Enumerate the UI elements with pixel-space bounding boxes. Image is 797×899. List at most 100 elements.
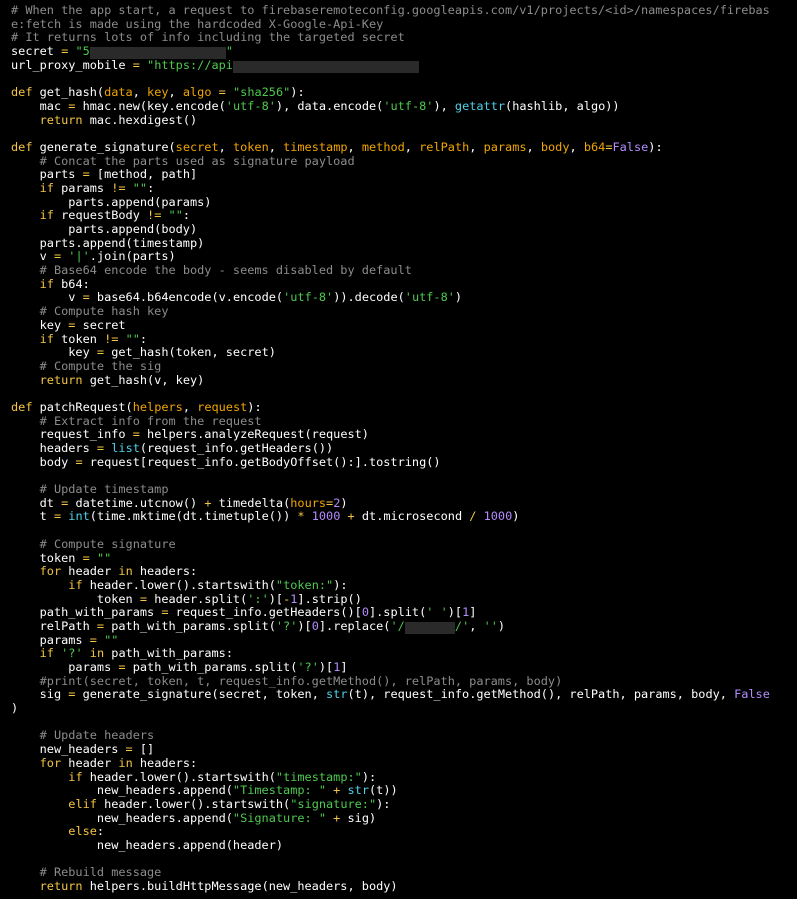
code-line: path_with_params = request_info.getHeade… — [11, 605, 797, 620]
code-token-default — [11, 797, 68, 811]
code-token-default: header.lower().startswith( — [82, 577, 276, 592]
code-token-default — [11, 154, 40, 168]
code-token-default: v — [11, 290, 83, 305]
code-token-number: 1000 — [311, 509, 341, 524]
code-token-keyword: = — [82, 167, 90, 182]
code-token-keyword: in — [89, 646, 105, 661]
code-token-keyword: if — [39, 276, 54, 291]
code-line: #print(secret, token, t, request_info.ge… — [11, 674, 797, 689]
code-token-default: helpers.buildHttpMessage(new_headers, bo… — [82, 879, 398, 893]
code-token-default: generate_signature( — [32, 139, 176, 154]
code-token-builtin: str — [347, 783, 369, 798]
code-token-default — [212, 85, 219, 99]
code-token-default: body — [11, 454, 76, 469]
code-token-default: parts.append(params) — [11, 194, 212, 209]
code-token-default: .join(parts) — [89, 249, 176, 264]
code-token-string: ' ' — [426, 605, 448, 620]
code-token-keyword: elif — [68, 796, 97, 811]
code-token-default: )[ — [297, 618, 312, 633]
code-token-default: header — [61, 755, 119, 770]
code-line: if b64: — [11, 276, 797, 292]
code-token-default: t — [11, 509, 54, 524]
code-token-keyword: if — [68, 577, 83, 592]
code-token-default: path_with_params — [11, 605, 162, 620]
code-token-default: )[ — [447, 605, 463, 620]
code-token-builtin: getattr — [454, 98, 506, 113]
code-token-default — [11, 181, 40, 195]
code-token-default: mac.hexdigest() — [82, 112, 198, 127]
code-token-default: ) — [497, 618, 506, 633]
code-token-default — [11, 770, 68, 784]
code-line: request_info = helpers.analyzeRequest(re… — [11, 427, 797, 442]
redacted-block — [232, 60, 420, 73]
code-token-keyword: = — [89, 632, 97, 647]
code-token-default — [126, 181, 133, 195]
code-token-default: new_headers.append( — [11, 783, 233, 798]
code-token-default — [340, 783, 347, 797]
code-token-default: generate_signature(secret, token, — [75, 687, 327, 702]
code-token-default: ): — [648, 139, 663, 154]
code-token-string: 'utf-8' — [383, 98, 434, 113]
code-token-keyword: def — [11, 399, 33, 414]
code-token-default: params — [11, 660, 119, 674]
code-token-default: [method, path] — [89, 167, 198, 182]
code-token-default: header.lower().startswith( — [82, 769, 276, 784]
code-editor[interactable]: # When the app start, a request to fireb… — [0, 0, 797, 899]
code-token-default: ].split( — [368, 605, 427, 620]
code-token-default: request[request_info.getBodyOffset():].t… — [82, 454, 441, 469]
code-token-keyword: + — [347, 509, 355, 524]
code-token-default — [11, 208, 40, 222]
code-token-default: key — [11, 317, 69, 332]
code-token-default: , — [347, 139, 362, 154]
code-token-default: path_with_params.split( — [125, 660, 298, 674]
code-token-param: timestamp — [283, 139, 348, 154]
code-token-default: )[ — [268, 591, 284, 606]
code-token-default — [476, 509, 483, 523]
code-token-default: (request_info.getHeaders()) — [139, 441, 334, 455]
code-token-default: ) — [512, 509, 520, 524]
code-token-default: : — [96, 824, 105, 839]
code-token-default: ): — [290, 85, 305, 100]
code-token-string: '|' — [68, 249, 90, 264]
code-token-comment: e:fetch is made using the hardcoded X-Go… — [11, 16, 384, 31]
code-token-default — [11, 756, 40, 770]
code-token-default: path_with_params.split( — [104, 618, 276, 633]
code-token-keyword: = — [96, 345, 105, 360]
code-token-default: ): — [376, 796, 391, 811]
code-token-keyword: if — [39, 331, 54, 346]
code-token-default — [11, 824, 68, 838]
code-token-keyword: = — [96, 618, 105, 633]
code-token-default: : — [147, 180, 155, 195]
code-token-default: dt — [11, 495, 62, 510]
code-token-default: new_headers.append( — [11, 810, 233, 825]
code-token-keyword: if — [39, 208, 54, 223]
code-line: relPath = path_with_params.split('?')[0]… — [11, 618, 797, 634]
code-token-default — [226, 85, 233, 99]
code-token-default — [118, 332, 125, 346]
code-token-default: requestBody — [53, 208, 148, 223]
code-token-param: algo — [182, 85, 212, 100]
code-token-string: "signature:" — [290, 796, 377, 811]
code-token-default: headers — [11, 441, 97, 455]
code-token-string: 'utf-8' — [283, 290, 334, 305]
code-token-default — [11, 879, 40, 893]
code-token-default: request_info — [11, 427, 133, 442]
code-line: for header in headers: — [11, 564, 797, 579]
code-token-string: '?' — [297, 660, 319, 674]
code-line: # Rebuild message — [11, 865, 797, 880]
code-token-default: secret — [11, 44, 62, 59]
code-token-default: parts — [11, 167, 83, 182]
code-line: # It returns lots of info including the … — [11, 31, 797, 45]
code-token-default: parts.append(body) — [11, 222, 198, 236]
code-token-default: ].replace( — [318, 618, 391, 633]
code-line: elif header.lower().startswith("signatur… — [11, 796, 797, 812]
code-line: v = '|'.join(parts) — [11, 250, 797, 264]
code-token-default — [90, 551, 97, 565]
code-token-comment: # It returns lots of info including the … — [11, 30, 405, 45]
code-line: key = get_hash(token, secret) — [11, 345, 797, 360]
code-token-keyword: for — [39, 755, 62, 770]
code-token-keyword: + — [204, 495, 212, 510]
code-token-keyword: if — [39, 180, 54, 195]
code-token-default: helpers.analyzeRequest(request) — [139, 427, 369, 442]
